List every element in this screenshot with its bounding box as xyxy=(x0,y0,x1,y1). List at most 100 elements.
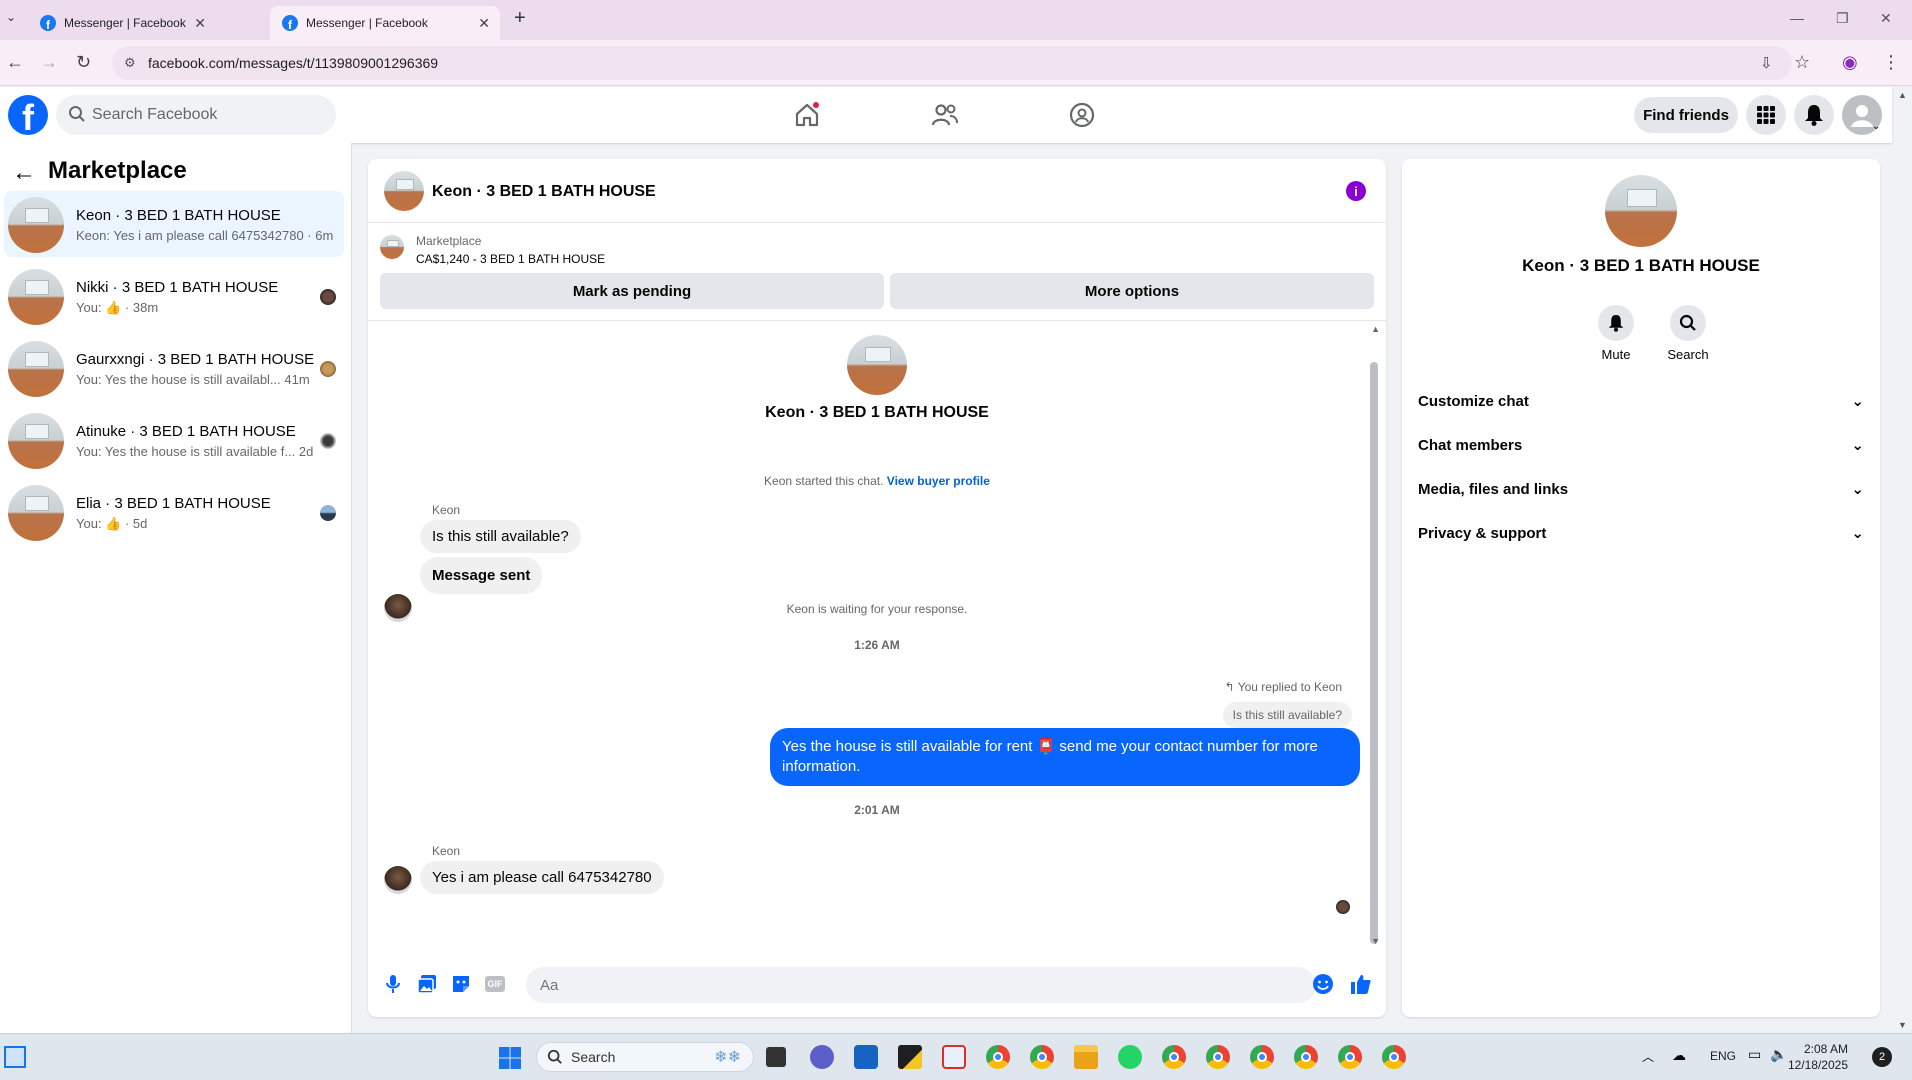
conversation-item-nikki[interactable]: Nikki · 3 BED 1 BATH HOUSE You: 👍 · 38m xyxy=(4,263,344,329)
facebook-search-input[interactable]: Search Facebook xyxy=(56,95,336,135)
read-receipt-avatar xyxy=(1336,900,1350,914)
forward-arrow-icon[interactable]: → xyxy=(40,52,58,73)
browser-menu-icon[interactable]: ⋮ xyxy=(1882,52,1900,73)
back-arrow-icon[interactable]: ← xyxy=(6,52,24,73)
new-tab-button[interactable]: + xyxy=(514,7,526,30)
incoming-message[interactable]: Yes i am please call 6475342780 xyxy=(420,861,664,894)
mark-as-pending-button[interactable]: Mark as pending xyxy=(380,273,884,309)
sender-name: Keon xyxy=(432,503,461,517)
conversation-item-elia[interactable]: Elia · 3 BED 1 BATH HOUSE You: 👍 · 5d xyxy=(4,479,344,545)
section-privacy-support[interactable]: Privacy & support ⌄ xyxy=(1414,513,1868,553)
task-view-icon[interactable] xyxy=(766,1047,786,1067)
message-input[interactable] xyxy=(526,967,1316,1003)
sender-avatar[interactable] xyxy=(384,866,412,894)
reload-icon[interactable]: ↻ xyxy=(76,52,91,73)
menu-grid-button[interactable] xyxy=(1746,95,1786,135)
install-app-icon[interactable]: ⇩ xyxy=(1760,54,1773,72)
notifications-button[interactable] xyxy=(1794,95,1834,135)
scrollbar-thumb[interactable] xyxy=(1370,362,1378,944)
minimize-icon[interactable]: — xyxy=(1790,10,1804,26)
chrome-profile-icon[interactable] xyxy=(1294,1045,1318,1069)
tab-search-chevron-icon[interactable]: ⌄ xyxy=(6,10,16,24)
photo-gallery-icon[interactable] xyxy=(416,973,438,995)
find-friends-button[interactable]: Find friends xyxy=(1634,97,1738,133)
taskbar-search[interactable]: Search ❄❄ xyxy=(536,1042,754,1072)
listing-thumbnail[interactable] xyxy=(380,235,404,259)
snipping-tool-icon[interactable] xyxy=(942,1045,966,1069)
chrome-profile-icon[interactable] xyxy=(1250,1045,1274,1069)
home-icon[interactable] xyxy=(791,99,823,131)
scroll-up-arrow-icon[interactable]: ▲ xyxy=(1371,324,1380,334)
section-chat-members[interactable]: Chat members ⌄ xyxy=(1414,425,1868,465)
facebook-logo[interactable]: f xyxy=(8,95,48,135)
incoming-message[interactable]: Is this still available? xyxy=(420,520,581,553)
volume-icon[interactable]: 🔈 xyxy=(1770,1046,1787,1063)
language-indicator[interactable]: ENG xyxy=(1710,1049,1736,1063)
section-media-files-links[interactable]: Media, files and links ⌄ xyxy=(1414,469,1868,509)
mute-button[interactable]: Mute xyxy=(1584,305,1648,362)
bell-icon xyxy=(1805,105,1823,126)
outgoing-message[interactable]: Yes the house is still available for ren… xyxy=(770,728,1360,786)
whatsapp-icon[interactable] xyxy=(1118,1045,1142,1069)
close-window-icon[interactable]: ✕ xyxy=(1880,10,1892,27)
url-field[interactable]: ⚙ facebook.com/messages/t/11398090012963… xyxy=(112,46,1792,80)
message-thread: ▲ ▼ Keon · 3 BED 1 BATH HOUSE Keon start… xyxy=(368,322,1386,952)
chrome-profile-icon[interactable] xyxy=(1162,1045,1186,1069)
conversation-item-keon[interactable]: Keon · 3 BED 1 BATH HOUSE Keon: Yes i am… xyxy=(4,191,344,257)
teams-icon[interactable] xyxy=(810,1045,834,1069)
groups-icon[interactable] xyxy=(1066,99,1098,131)
house-avatar[interactable] xyxy=(384,171,424,211)
microphone-icon[interactable] xyxy=(382,973,404,995)
thumbs-up-icon[interactable] xyxy=(1350,973,1372,995)
site-settings-icon[interactable]: ⚙ xyxy=(124,55,136,71)
notification-count-badge[interactable]: 2 xyxy=(1872,1047,1892,1067)
section-customize-chat[interactable]: Customize chat ⌄ xyxy=(1414,381,1868,421)
start-windows-icon[interactable] xyxy=(498,1046,522,1070)
chrome-profile-icon[interactable] xyxy=(1030,1045,1054,1069)
browser-tab-1[interactable]: f Messenger | Facebook ✕ xyxy=(28,6,216,40)
account-chevron-down-icon[interactable]: ⌄ xyxy=(1872,121,1880,132)
page-scroll-up-icon[interactable]: ▲ xyxy=(1898,90,1907,100)
reply-quote[interactable]: Is this still available? xyxy=(1222,702,1352,728)
emoji-icon[interactable] xyxy=(1312,973,1334,995)
incoming-message[interactable]: Message sent xyxy=(420,557,543,594)
back-arrow-icon[interactable]: ← xyxy=(12,159,36,187)
listing-price[interactable]: CA$1,240 - 3 BED 1 BATH HOUSE xyxy=(416,252,605,266)
close-tab-icon[interactable]: ✕ xyxy=(478,15,490,32)
close-tab-icon[interactable]: ✕ xyxy=(194,15,206,32)
friends-icon[interactable] xyxy=(929,99,961,131)
browser-tab-2[interactable]: f Messenger | Facebook ✕ xyxy=(270,6,500,40)
chat-title[interactable]: Keon · 3 BED 1 BATH HOUSE xyxy=(432,183,656,201)
profile-icon[interactable]: ◉ xyxy=(1842,52,1858,73)
network-icon[interactable]: ▭ xyxy=(1748,1046,1761,1063)
marketplace-listing-bar: Marketplace CA$1,240 - 3 BED 1 BATH HOUS… xyxy=(368,223,1386,321)
chrome-profile-icon[interactable] xyxy=(1206,1045,1230,1069)
chrome-icon[interactable] xyxy=(986,1045,1010,1069)
bookmark-star-icon[interactable]: ☆ xyxy=(1794,52,1810,73)
clock[interactable]: 2:08 AM 12/18/2025 xyxy=(1788,1041,1848,1073)
scroll-down-arrow-icon[interactable]: ▼ xyxy=(1371,936,1380,946)
sticker-icon[interactable] xyxy=(450,973,472,995)
contact-avatar-large[interactable] xyxy=(847,335,907,395)
restore-icon[interactable]: ❐ xyxy=(1836,10,1849,27)
conversation-item-atinuke[interactable]: Atinuke · 3 BED 1 BATH HOUSE You: Yes th… xyxy=(4,407,344,473)
contact-avatar[interactable] xyxy=(1605,175,1677,247)
gif-icon[interactable]: GIF xyxy=(484,973,506,995)
info-icon[interactable]: i xyxy=(1346,181,1366,201)
cloud-off-icon[interactable]: ☁ xyxy=(1672,1047,1686,1064)
file-explorer-icon[interactable] xyxy=(1074,1045,1098,1069)
widgets-icon[interactable] xyxy=(4,1046,26,1068)
store-icon[interactable] xyxy=(854,1045,878,1069)
view-buyer-profile-link[interactable]: View buyer profile xyxy=(887,474,990,488)
chrome-profile-icon[interactable] xyxy=(1338,1045,1362,1069)
chrome-profile-icon[interactable] xyxy=(1382,1045,1406,1069)
seen-avatar xyxy=(320,361,336,377)
page-scroll-down-icon[interactable]: ▼ xyxy=(1898,1020,1907,1030)
panel-title: Marketplace xyxy=(48,157,187,184)
more-options-button[interactable]: More options xyxy=(890,273,1374,309)
facebook-favicon-icon: f xyxy=(282,15,298,31)
search-in-chat-button[interactable]: Search xyxy=(1656,305,1720,362)
tray-chevron-up-icon[interactable]: ︿ xyxy=(1642,1048,1654,1065)
conversation-item-gaurxxngi[interactable]: Gaurxxngi · 3 BED 1 BATH HOUSE You: Yes … xyxy=(4,335,344,401)
sticky-notes-icon[interactable] xyxy=(898,1045,922,1069)
